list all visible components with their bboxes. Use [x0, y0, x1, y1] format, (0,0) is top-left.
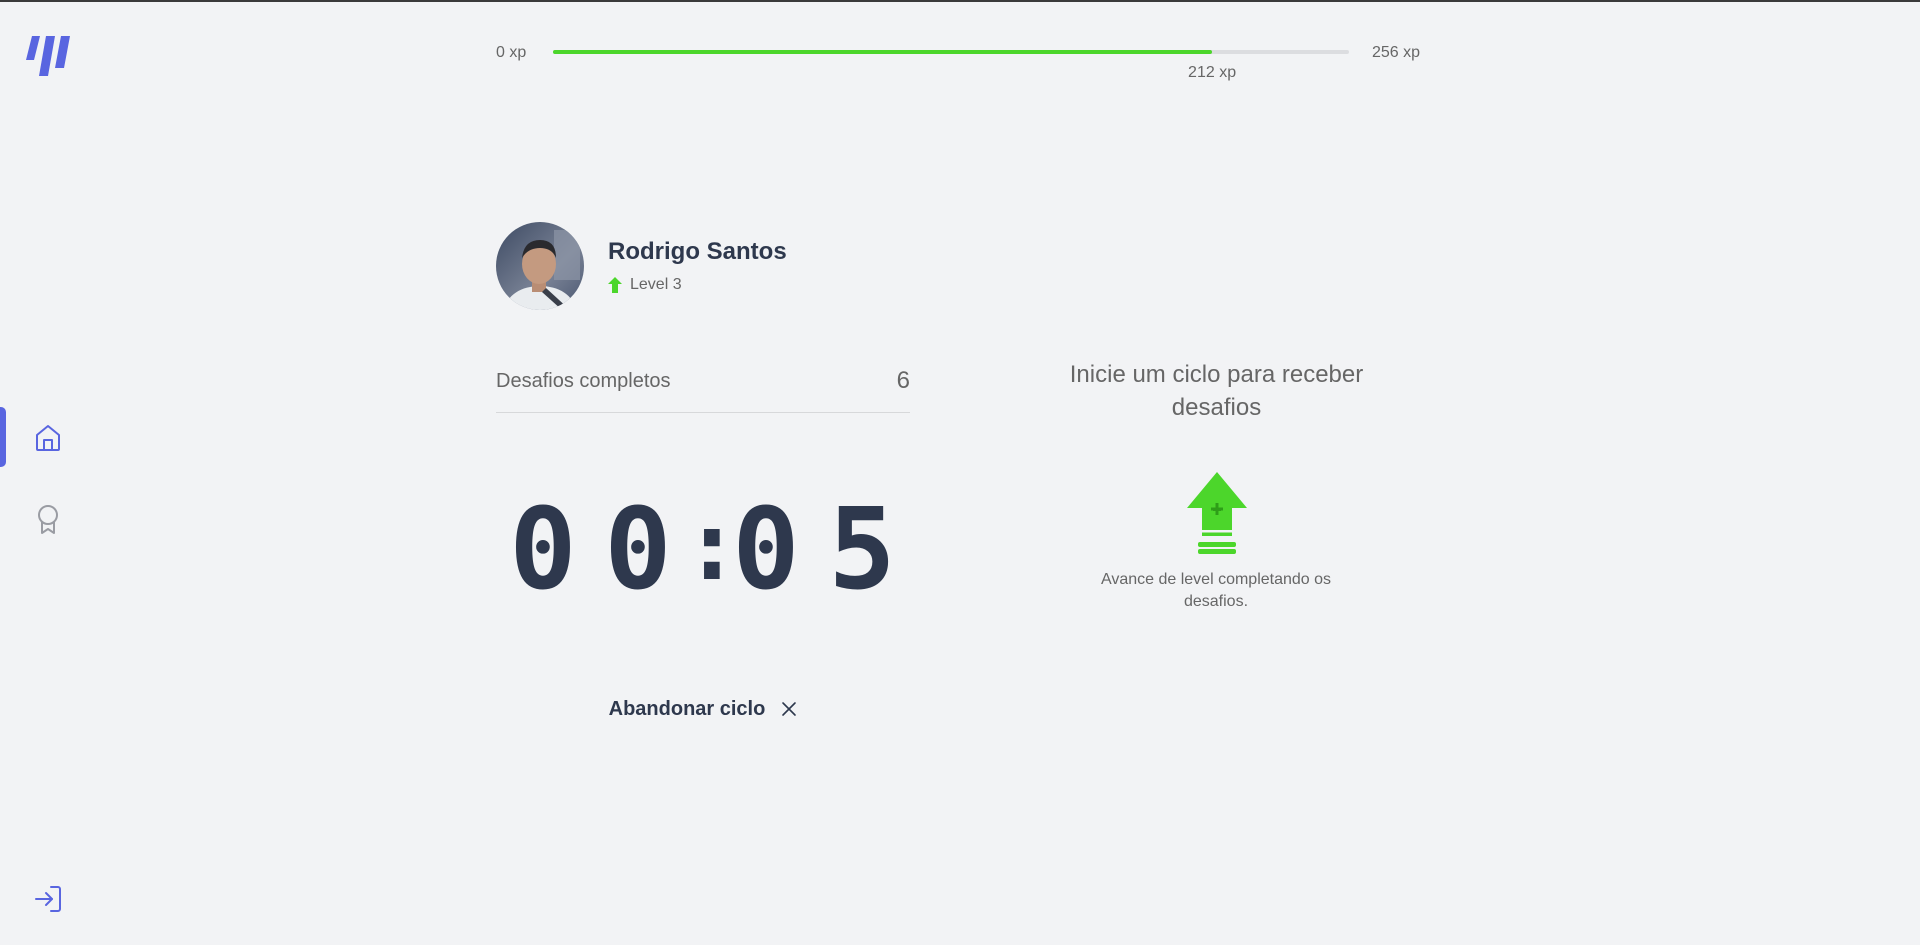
logout-icon[interactable] — [32, 883, 64, 915]
challenge-box-hint: Avance de level completando os desafios. — [1100, 571, 1332, 610]
level-up-icon — [608, 277, 622, 293]
window-top-border — [0, 0, 1920, 2]
level-up-icon — [1186, 472, 1248, 554]
completed-challenges-label: Desafios completos — [496, 370, 671, 392]
sidebar — [0, 0, 96, 945]
countdown-minute-tens: 0 — [509, 485, 577, 615]
xp-current-label: 212 xp — [1188, 64, 1237, 81]
challenge-box-title: Inicie um ciclo para receber desafios — [1069, 361, 1364, 421]
home-icon — [32, 422, 64, 454]
xp-min-label: 0 xp — [496, 44, 527, 61]
abandon-cycle-button[interactable]: Abandonar ciclo — [496, 684, 910, 734]
profile-name: Rodrigo Santos — [608, 238, 787, 265]
level-label: Level 3 — [630, 276, 682, 293]
sidebar-item-leaderboard[interactable] — [0, 487, 96, 551]
xp-max-label: 256 xp — [1372, 44, 1421, 61]
xp-progress-bar — [553, 50, 1349, 54]
moveit-logo — [24, 34, 72, 76]
active-indicator — [0, 407, 6, 467]
countdown-separator: : — [683, 490, 741, 602]
sidebar-item-home[interactable] — [0, 405, 96, 469]
countdown-minute-ones: 0 — [604, 485, 672, 615]
award-icon — [32, 503, 64, 535]
close-icon — [782, 702, 797, 716]
profile-level: Level 3 — [608, 275, 682, 295]
countdown-second-ones: 5 — [828, 485, 896, 615]
completed-challenges: Desafios completos 6 — [496, 362, 910, 413]
completed-challenges-count: 6 — [896, 367, 910, 394]
avatar — [496, 222, 584, 310]
countdown-timer: 0 0 : 0 5 — [496, 480, 910, 620]
xp-progress-fill — [553, 50, 1213, 54]
abandon-cycle-label: Abandonar ciclo — [608, 697, 766, 720]
countdown-second-tens: 0 — [732, 485, 800, 615]
